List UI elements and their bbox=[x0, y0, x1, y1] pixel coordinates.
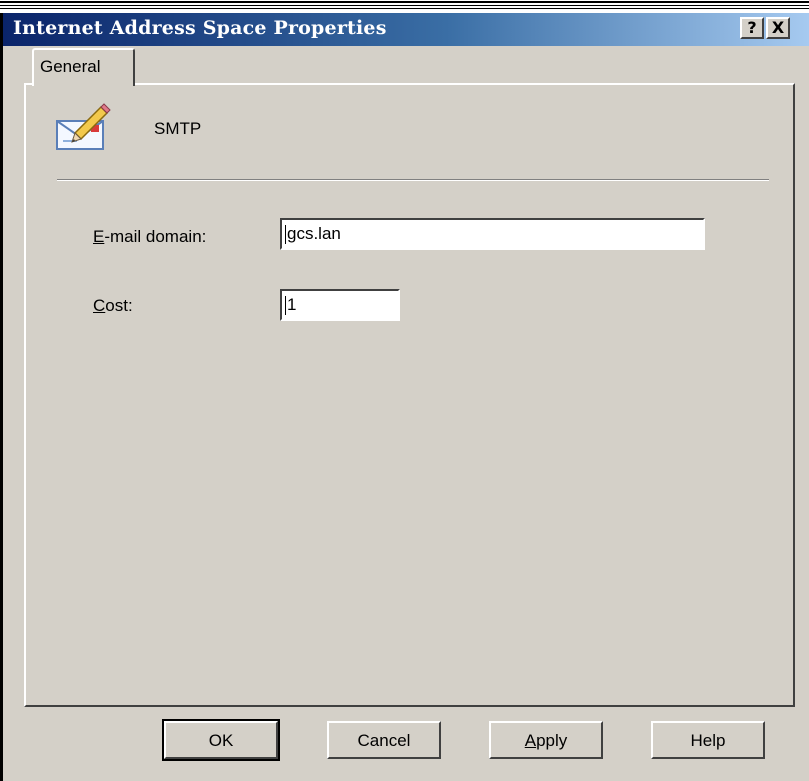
background-window-edge bbox=[0, 0, 809, 10]
separator bbox=[57, 179, 769, 181]
ok-button[interactable]: OK bbox=[162, 719, 280, 761]
question-mark-icon: ? bbox=[747, 18, 757, 37]
help-button[interactable]: Help bbox=[651, 721, 765, 759]
tab-general-label: General bbox=[40, 57, 101, 76]
cost-input[interactable]: 1 bbox=[280, 289, 400, 321]
email-domain-label: E-mail domain: bbox=[93, 227, 207, 246]
address-type-label: SMTP bbox=[154, 119, 202, 138]
close-icon: X bbox=[771, 18, 785, 37]
screen: Internet Address Space Properties ? X Ge… bbox=[0, 0, 809, 781]
tab-general[interactable]: General bbox=[32, 48, 135, 86]
email-domain-input[interactable]: gcs.lan bbox=[280, 218, 705, 250]
window-title: Internet Address Space Properties bbox=[13, 17, 387, 39]
cost-label: Cost: bbox=[93, 296, 133, 315]
cancel-button[interactable]: Cancel bbox=[327, 721, 441, 759]
email-pencil-icon bbox=[56, 103, 111, 150]
help-caption-button[interactable]: ? bbox=[740, 17, 764, 39]
title-bar[interactable]: Internet Address Space Properties ? X bbox=[3, 13, 809, 46]
close-caption-button[interactable]: X bbox=[766, 17, 790, 39]
apply-button[interactable]: Apply bbox=[489, 721, 603, 759]
tab-panel-general bbox=[24, 83, 795, 707]
